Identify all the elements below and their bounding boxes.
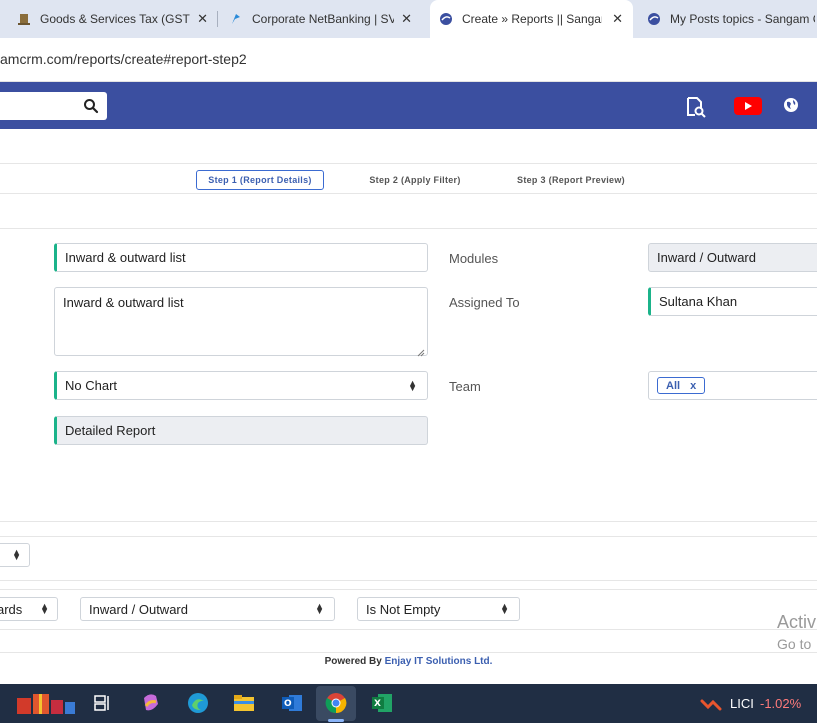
browser-tab-netbanking[interactable]: Corporate NetBanking | SVC ✕	[228, 0, 426, 38]
report-steps: Step 1 (Report Details) Step 2 (Apply Fi…	[0, 163, 817, 194]
filter-condition-select[interactable]: Is Not Empty ▲ ▼	[357, 597, 520, 621]
select-arrows-icon: ▲ ▼	[500, 601, 509, 616]
activation-watermark-sub: Go to	[777, 636, 812, 652]
partial-select[interactable]: ▲ ▼	[0, 543, 30, 567]
svg-text:O: O	[284, 699, 292, 709]
section-divider	[0, 521, 817, 522]
browser-tab-gst[interactable]: Goods & Services Tax (GST) | ✕	[16, 0, 214, 38]
step-report-preview[interactable]: Step 3 (Report Preview)	[506, 170, 636, 190]
footer-prefix: Powered By	[324, 656, 382, 667]
gov-emblem-icon	[16, 11, 32, 27]
close-icon[interactable]: ✕	[612, 11, 623, 27]
browser-tab-reports[interactable]: Create » Reports || Sangam C ✕	[430, 0, 633, 38]
sangam-logo-icon	[646, 11, 662, 27]
section-divider	[0, 580, 817, 581]
ticker-change: -1.02%	[760, 696, 802, 711]
chart-type-value: No Chart	[65, 378, 118, 393]
filter-field-value: ards	[0, 601, 23, 617]
global-search[interactable]	[0, 92, 107, 120]
step-report-details[interactable]: Step 1 (Report Details)	[196, 170, 324, 190]
team-chip-label: All	[666, 379, 681, 392]
search-icon[interactable]	[83, 98, 99, 114]
chip-remove-icon[interactable]: x	[690, 380, 696, 392]
close-icon[interactable]: ✕	[401, 11, 412, 27]
ticker-name: LICI	[730, 696, 754, 711]
sangam-logo-icon	[438, 11, 454, 27]
globe-icon[interactable]	[783, 97, 799, 118]
gift-widget-icon[interactable]	[12, 690, 78, 716]
select-arrows-icon: ▲ ▼	[12, 547, 21, 562]
tab-separator	[217, 11, 218, 27]
chart-type-select[interactable]: No Chart ▲ ▼	[54, 371, 428, 400]
outlook-icon[interactable]: O	[279, 690, 305, 716]
edge-browser-icon[interactable]	[185, 690, 211, 716]
assigned-to-field[interactable]: Sultana Khan	[648, 287, 817, 316]
active-app-indicator	[328, 719, 344, 722]
modules-label: Modules	[449, 251, 499, 266]
section-divider	[0, 629, 817, 630]
footer-brand-link[interactable]: Enjay IT Solutions Ltd.	[385, 656, 493, 667]
description-text: Inward & outward list	[63, 295, 184, 310]
close-icon[interactable]: ✕	[197, 11, 208, 27]
tab-title: Goods & Services Tax (GST) |	[40, 12, 190, 26]
copilot-icon[interactable]	[138, 690, 164, 716]
resize-grip-icon[interactable]	[417, 345, 425, 357]
team-chip: All x	[657, 377, 706, 394]
filter-condition-value: Is Not Empty	[366, 601, 441, 617]
team-multiselect[interactable]: All x	[648, 371, 817, 400]
chrome-icon[interactable]	[323, 690, 349, 716]
step-apply-filter[interactable]: Step 2 (Apply Filter)	[358, 170, 472, 190]
app-header	[0, 82, 817, 129]
windows-taskbar: O X LICI -1.02%	[0, 684, 817, 723]
excel-icon[interactable]: X	[369, 690, 395, 716]
netbanking-icon	[228, 11, 244, 27]
svg-text:X: X	[374, 699, 381, 709]
section-divider	[0, 589, 817, 590]
team-label: Team	[449, 379, 481, 394]
section-divider	[0, 228, 817, 229]
tab-title: My Posts topics - Sangam C	[670, 12, 815, 26]
stock-chart-icon[interactable]	[698, 690, 724, 716]
assigned-to-label: Assigned To	[449, 295, 520, 310]
filter-module-select[interactable]: Inward / Outward ▲ ▼	[80, 597, 335, 621]
task-view-icon[interactable]	[90, 690, 116, 716]
tab-title: Create » Reports || Sangam C	[462, 12, 602, 26]
filter-module-value: Inward / Outward	[89, 601, 188, 617]
modules-field[interactable]: Inward / Outward	[648, 243, 817, 272]
address-bar[interactable]: amcrm.com/reports/create#report-step2	[0, 38, 817, 82]
youtube-icon[interactable]	[734, 97, 762, 120]
select-arrows-icon: ▲ ▼	[408, 377, 417, 393]
report-name-input[interactable]: Inward & outward list	[54, 243, 428, 272]
select-arrows-icon: ▲ ▼	[315, 601, 324, 616]
description-textarea[interactable]: Inward & outward list	[54, 287, 428, 357]
section-divider	[0, 536, 817, 537]
section-divider	[0, 652, 817, 653]
filter-field-select[interactable]: ards ▲ ▼	[0, 597, 58, 621]
footer: Powered By Enjay IT Solutions Ltd.	[0, 656, 817, 667]
tab-title: Corporate NetBanking | SVC	[252, 12, 394, 26]
report-type-field[interactable]: Detailed Report	[54, 416, 428, 445]
file-explorer-icon[interactable]	[231, 690, 257, 716]
document-search-icon[interactable]	[685, 96, 707, 123]
url-text[interactable]: amcrm.com/reports/create#report-step2	[0, 51, 247, 67]
browser-tab-strip: Goods & Services Tax (GST) | ✕ Corporate…	[0, 0, 817, 38]
select-arrows-icon: ▲ ▼	[40, 601, 49, 616]
browser-tab-posts[interactable]: My Posts topics - Sangam C	[646, 0, 817, 38]
